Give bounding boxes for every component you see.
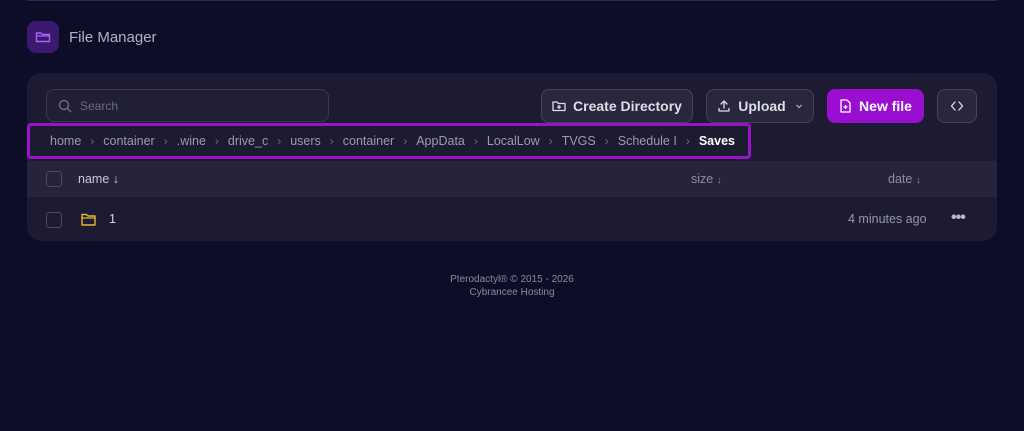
- sort-arrow-icon: ↓: [716, 175, 722, 186]
- breadcrumb-item-schedule-i[interactable]: Schedule I: [618, 134, 677, 148]
- breadcrumb-item-container[interactable]: container: [103, 134, 154, 148]
- table-header: name ↓ size ↓ date ↓: [27, 161, 997, 197]
- search-icon: [58, 99, 72, 112]
- column-date-label: date: [888, 172, 913, 186]
- more-options-icon[interactable]: •••: [951, 209, 966, 227]
- file-date: 4 minutes ago: [848, 212, 927, 226]
- breadcrumb-current: Saves: [698, 134, 735, 148]
- breadcrumb-item-users[interactable]: users: [290, 134, 321, 148]
- chevron-right-icon: ›: [548, 134, 553, 148]
- page-header: File Manager: [27, 21, 157, 53]
- folder-plus-icon: [552, 101, 566, 112]
- footer: Pterodactyl® © 2015 - 2026 Cybrancee Hos…: [0, 273, 1024, 299]
- page-title: File Manager: [69, 28, 157, 46]
- file-plus-icon: [840, 99, 851, 113]
- new-file-label: New file: [859, 98, 912, 114]
- folder-icon: [81, 213, 96, 226]
- create-directory-label: Create Directory: [573, 98, 682, 114]
- chevron-right-icon: ›: [329, 134, 334, 148]
- chevron-right-icon: ›: [685, 134, 690, 148]
- chevron-right-icon: ›: [277, 134, 282, 148]
- breadcrumb-item-wine[interactable]: .wine: [177, 134, 206, 148]
- chevron-right-icon: ›: [473, 134, 478, 148]
- column-date[interactable]: date ↓: [888, 172, 921, 186]
- chevron-down-icon: [795, 104, 802, 109]
- sort-arrow-icon: ↓: [915, 175, 921, 186]
- search-box[interactable]: [46, 89, 329, 122]
- table-row[interactable]: 1 4 minutes ago •••: [27, 199, 997, 241]
- breadcrumb: home › container › .wine › drive_c › use…: [27, 123, 751, 159]
- code-icon: [950, 101, 964, 111]
- breadcrumb-item-locallow[interactable]: LocalLow: [487, 134, 540, 148]
- breadcrumb-item-container-2[interactable]: container: [343, 134, 394, 148]
- breadcrumb-item-tvgs[interactable]: TVGS: [562, 134, 596, 148]
- chevron-right-icon: ›: [90, 134, 95, 148]
- new-file-button[interactable]: New file: [827, 89, 924, 123]
- column-size-label: size: [691, 172, 714, 186]
- code-view-button[interactable]: [937, 89, 977, 123]
- column-name-label: name: [78, 172, 110, 186]
- column-size[interactable]: size ↓: [691, 172, 722, 186]
- file-manager-panel: Create Directory Upload New file home › …: [27, 73, 997, 241]
- search-input[interactable]: [80, 98, 310, 113]
- sort-arrow-icon: ↓: [112, 172, 120, 186]
- breadcrumb-item-appdata[interactable]: AppData: [416, 134, 465, 148]
- breadcrumb-item-home[interactable]: home: [50, 134, 81, 148]
- breadcrumb-item-drive-c[interactable]: drive_c: [228, 134, 268, 148]
- file-name[interactable]: 1: [109, 212, 116, 226]
- column-name[interactable]: name ↓: [78, 172, 119, 186]
- chevron-right-icon: ›: [163, 134, 168, 148]
- footer-copyright: Pterodactyl® © 2015 - 2026: [450, 274, 574, 285]
- folder-icon: [27, 21, 59, 53]
- chevron-right-icon: ›: [214, 134, 219, 148]
- select-all-checkbox[interactable]: [46, 171, 62, 187]
- upload-icon: [718, 100, 730, 112]
- chevron-right-icon: ›: [403, 134, 408, 148]
- upload-label: Upload: [738, 98, 786, 114]
- upload-button[interactable]: Upload: [706, 89, 814, 123]
- chevron-right-icon: ›: [604, 134, 609, 148]
- footer-host: Cybrancee Hosting: [469, 287, 555, 298]
- create-directory-button[interactable]: Create Directory: [541, 89, 693, 123]
- top-divider: [27, 0, 997, 1]
- row-checkbox[interactable]: [46, 212, 62, 228]
